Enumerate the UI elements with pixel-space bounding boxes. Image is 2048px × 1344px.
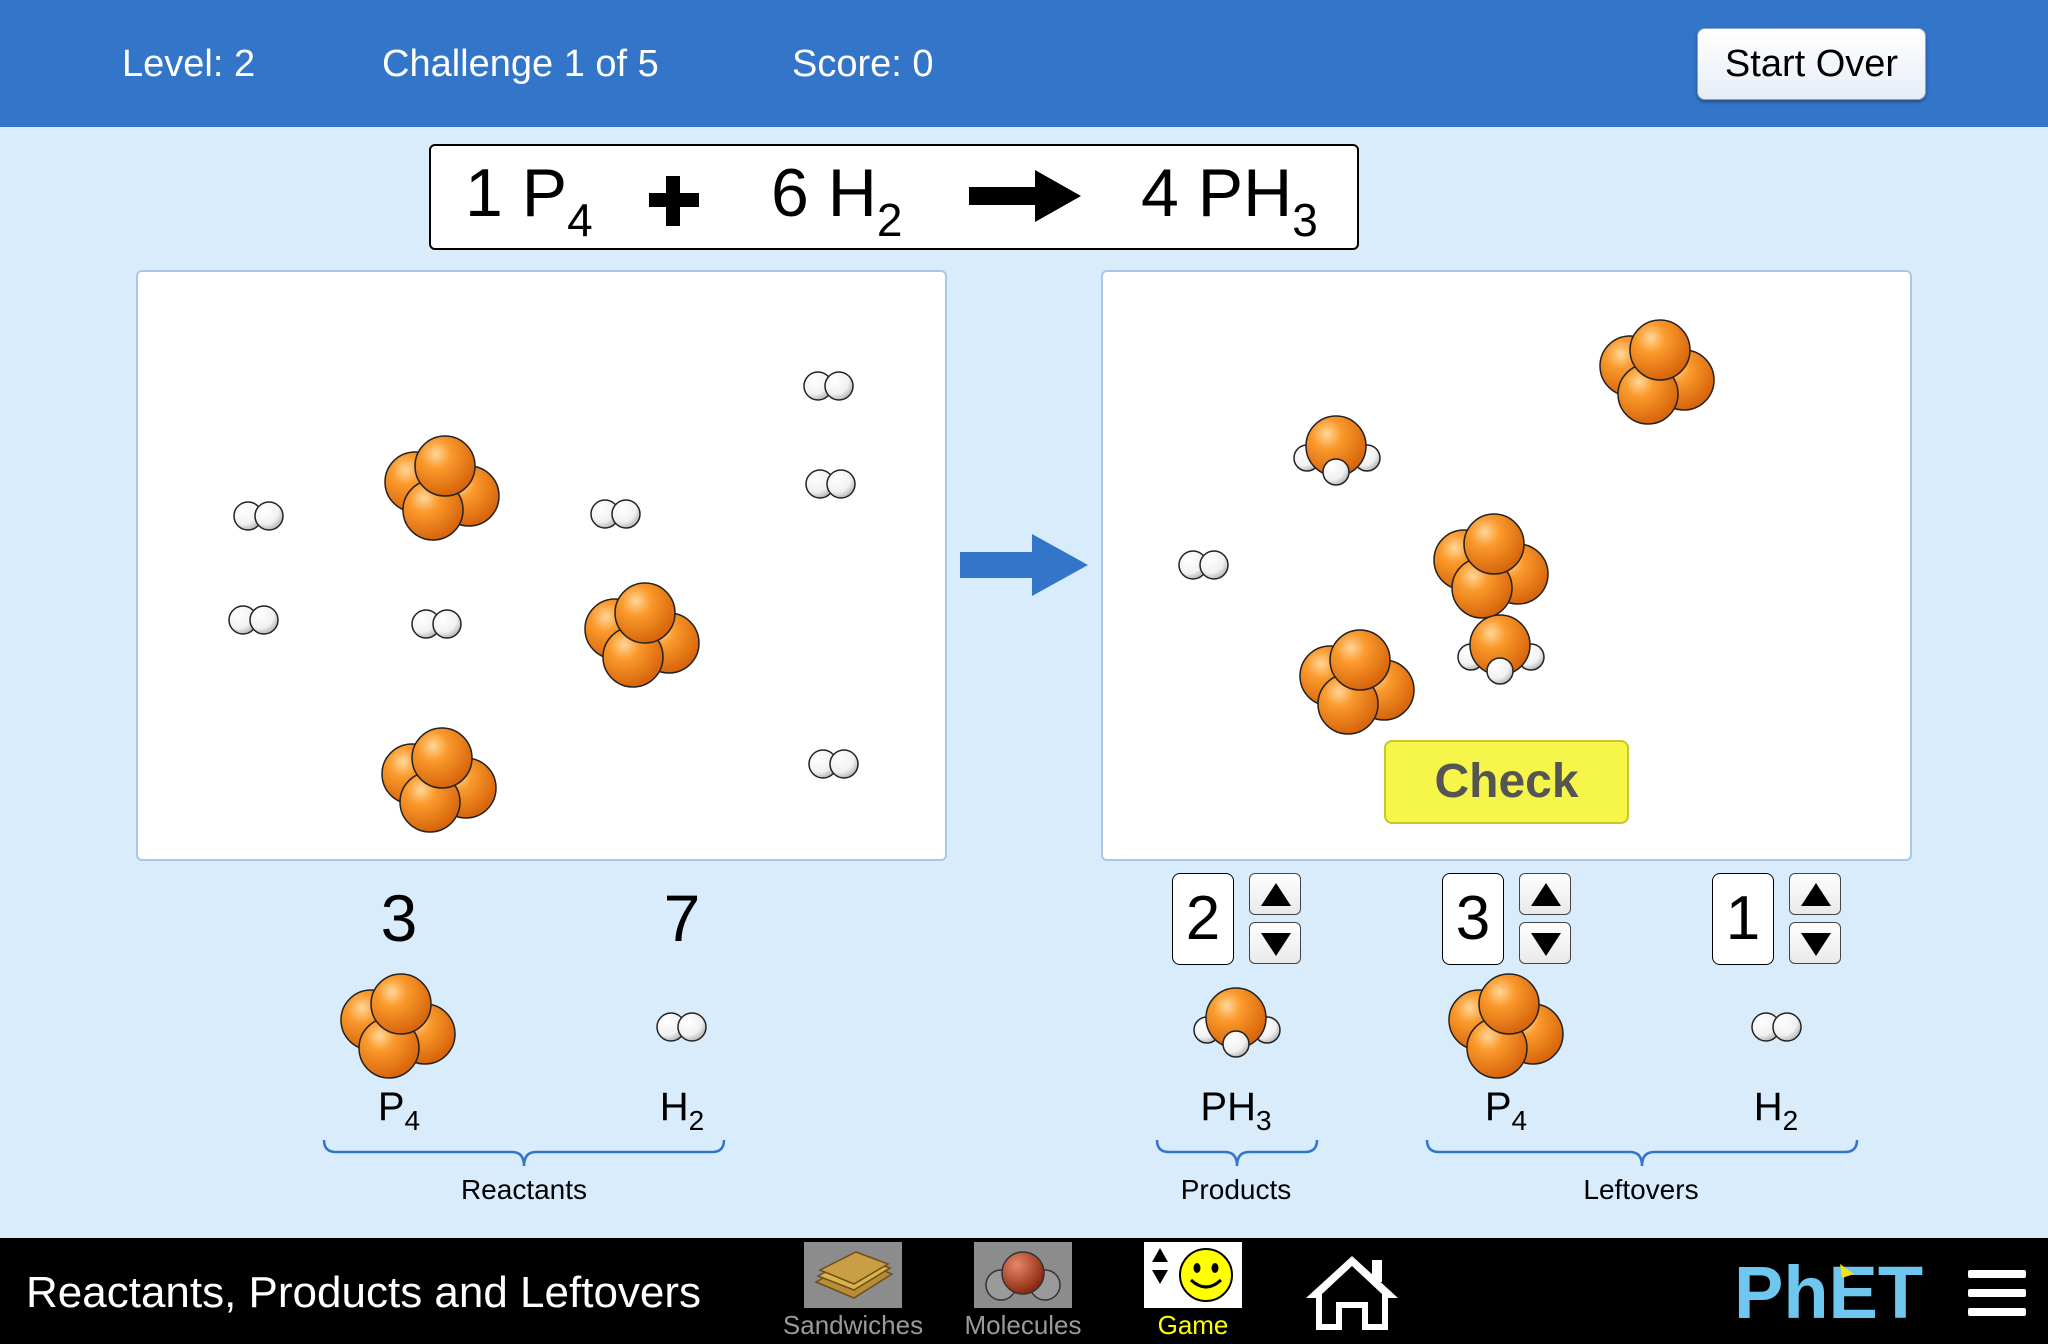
p4-molecule (1596, 318, 1720, 428)
nav-molecules[interactable]: Molecules (938, 1238, 1108, 1344)
bottom-navigation-bar: Reactants, Products and Leftovers Sandwi… (0, 1238, 2048, 1344)
p4-molecule (1430, 512, 1554, 622)
reactants-bracket (322, 1139, 726, 1167)
h2-molecule (654, 1011, 710, 1043)
reactant-count-h2: 7 (663, 881, 701, 955)
formula-label-ph3: PH3 (1200, 1085, 1272, 1136)
phet-logo: PhET (1734, 1258, 1923, 1328)
formula-label-h2: H2 (1753, 1085, 1799, 1136)
ph3-molecule (1453, 613, 1549, 689)
score-indicator: Score: 0 (792, 43, 934, 85)
decrement-p4-button[interactable] (1519, 922, 1571, 964)
p4-molecule (581, 581, 705, 691)
home-icon (1306, 1256, 1398, 1330)
reactant-count-p4: 3 (380, 881, 418, 955)
nav-sandwiches-label: Sandwiches (782, 1310, 924, 1340)
h2-molecule (806, 748, 862, 780)
increment-ph3-button[interactable] (1249, 873, 1301, 915)
top-bar: Level: 2 Challenge 1 of 5 Score: 0 Start… (0, 0, 2048, 127)
products-label: Products (1180, 1174, 1292, 1205)
formula-label-p4: P4 (377, 1085, 421, 1136)
check-button[interactable]: Check (1384, 740, 1629, 824)
nav-sandwiches[interactable]: Sandwiches (768, 1238, 938, 1344)
arrow-up-icon (1531, 883, 1561, 906)
start-over-button[interactable]: Start Over (1697, 28, 1926, 100)
leftovers-label: Leftovers (1583, 1174, 1699, 1205)
p4-molecule (337, 972, 461, 1082)
nav-home[interactable] (1278, 1238, 1448, 1344)
menu-hamburger-icon[interactable] (1968, 1268, 2026, 1318)
sandwich-icon (804, 1242, 902, 1308)
equation-reactant-h2: 6 H2 (771, 155, 903, 246)
ph3-molecule (1189, 986, 1285, 1062)
h2-molecule (801, 370, 857, 402)
arrow-up-icon (1801, 883, 1831, 906)
game-smiley-icon (1144, 1242, 1242, 1308)
reaction-arrow-icon (969, 170, 1081, 222)
reactants-label: Reactants (460, 1174, 588, 1205)
formula-label-h2: H2 (659, 1085, 705, 1136)
decrement-ph3-button[interactable] (1249, 922, 1301, 964)
h2-molecule (226, 604, 282, 636)
nav-game-label: Game (1157, 1310, 1229, 1340)
h2-molecule (409, 608, 465, 640)
h2-molecule (1176, 549, 1232, 581)
arrow-down-icon (1261, 933, 1291, 956)
increment-p4-button[interactable] (1519, 873, 1571, 915)
p4-molecule (381, 434, 505, 544)
sim-title: Reactants, Products and Leftovers (26, 1268, 702, 1317)
leftover-count-p4[interactable]: 3 (1442, 873, 1504, 965)
h2-molecule (588, 498, 644, 530)
p4-molecule (1445, 972, 1569, 1082)
leftover-count-h2[interactable]: 1 (1712, 873, 1774, 965)
increment-h2-button[interactable] (1789, 873, 1841, 915)
arrow-up-icon (1261, 883, 1291, 906)
h2-molecule (803, 468, 859, 500)
h2-molecule (1749, 1011, 1805, 1043)
p4-molecule (378, 726, 502, 836)
chemical-equation: 1 P4 6 H2 4 PH3 (429, 144, 1359, 250)
ph3-molecule (1289, 414, 1385, 490)
arrow-down-icon (1801, 933, 1831, 956)
level-indicator: Level: 2 (122, 43, 256, 85)
products-bracket (1155, 1139, 1319, 1167)
svg-text:PhET: PhET (1734, 1258, 1923, 1328)
transition-arrow-icon (960, 534, 1088, 596)
challenge-indicator: Challenge 1 of 5 (382, 43, 659, 85)
arrow-down-icon (1531, 933, 1561, 956)
formula-label-p4: P4 (1484, 1085, 1528, 1136)
equation-product-ph3: 4 PH3 (1141, 155, 1318, 246)
reactants-box (136, 270, 947, 861)
leftovers-bracket (1425, 1139, 1859, 1167)
product-count-ph3[interactable]: 2 (1172, 873, 1234, 965)
decrement-h2-button[interactable] (1789, 922, 1841, 964)
nav-molecules-label: Molecules (964, 1310, 1082, 1340)
molecule-icon (974, 1242, 1072, 1308)
nav-game[interactable]: Game (1108, 1238, 1278, 1344)
h2-molecule (231, 500, 287, 532)
p4-molecule (1296, 628, 1420, 738)
equation-reactant-p4: 1 P4 (465, 155, 593, 246)
plus-icon (649, 176, 699, 226)
